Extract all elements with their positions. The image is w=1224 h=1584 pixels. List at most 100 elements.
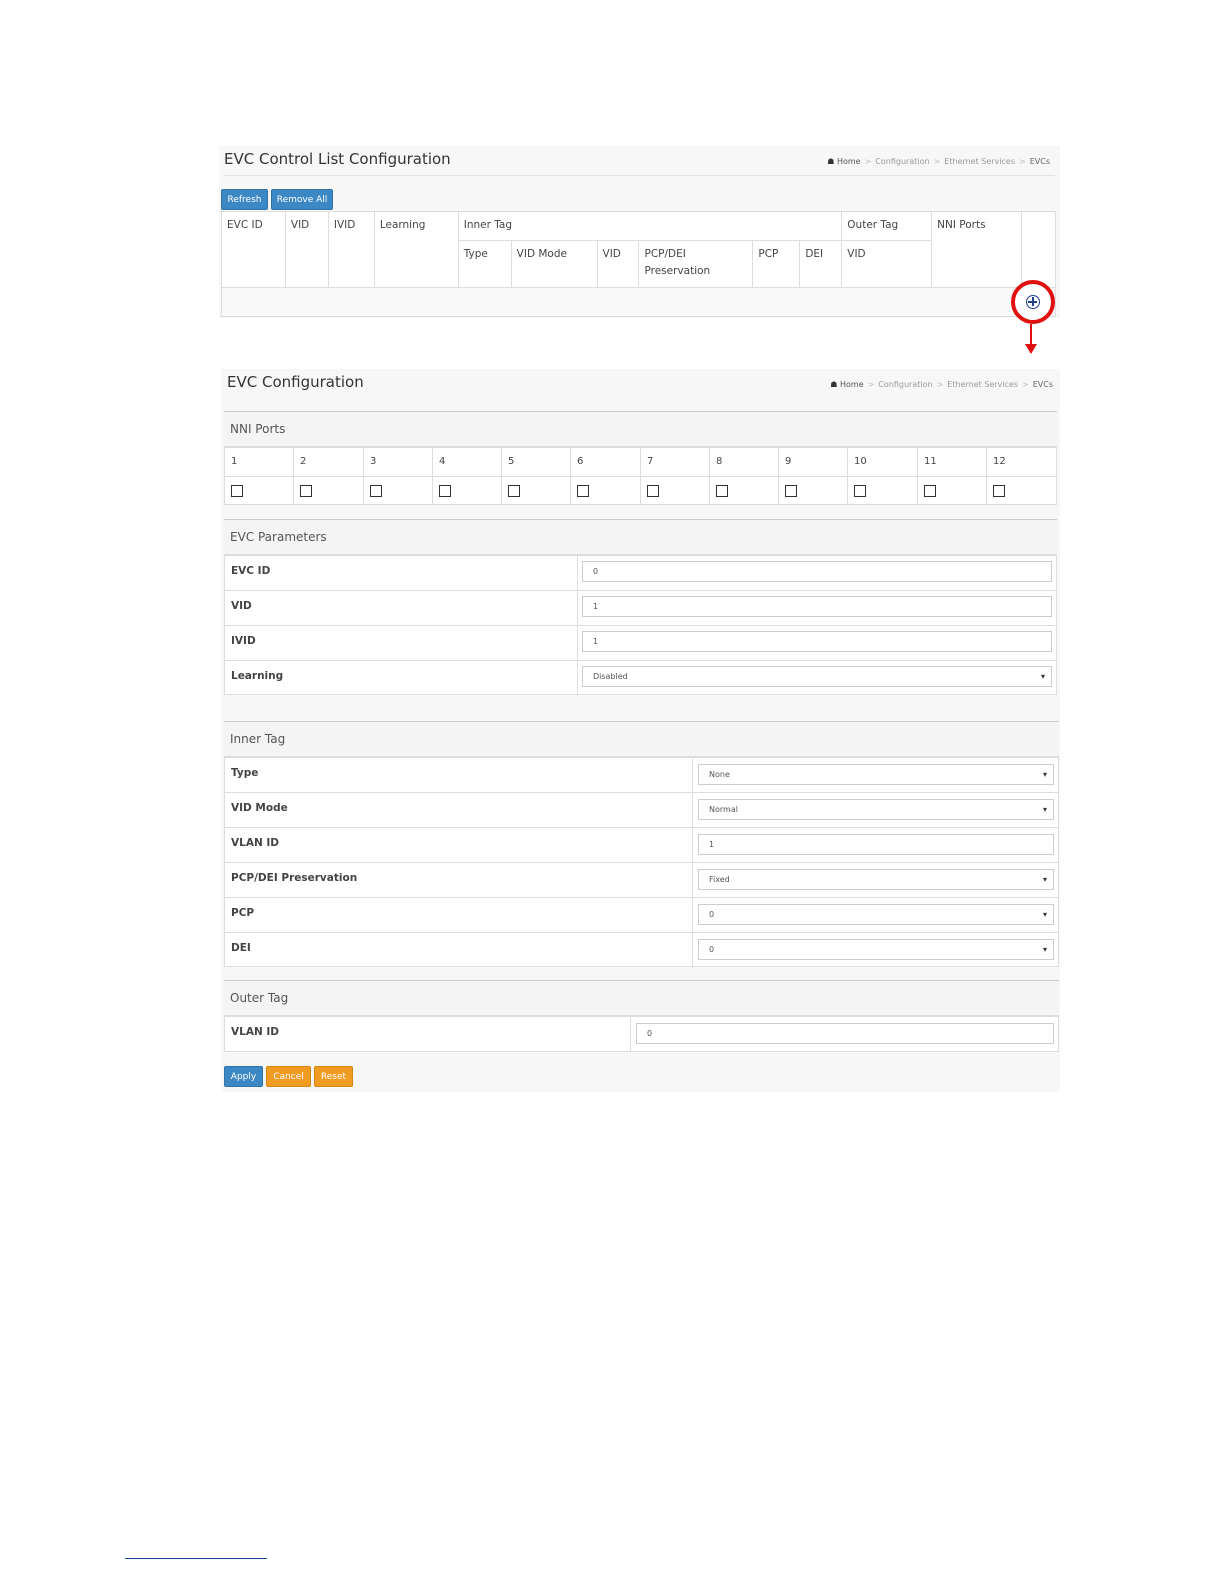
nni-port-number: 10 — [854, 456, 867, 467]
vid-label: VID — [231, 600, 252, 612]
nni-port-cell — [571, 477, 641, 504]
nni-port-checkbox[interactable] — [647, 485, 659, 497]
nni-port-cell — [918, 477, 987, 504]
add-entry-icon[interactable] — [1026, 295, 1040, 309]
vid-input[interactable]: 1 — [582, 596, 1052, 617]
evc-id-input[interactable]: 0 — [582, 561, 1052, 582]
outer-vlan-label: VLAN ID — [231, 1026, 280, 1038]
breadcrumb-ethernet-services[interactable]: Ethernet Services — [947, 380, 1018, 389]
nni-port-header: 2 — [294, 448, 364, 477]
footer-rule — [125, 1558, 267, 1559]
nni-port-checkbox[interactable] — [300, 485, 312, 497]
nni-port-cell — [710, 477, 779, 504]
learning-row: Learning Disabled — [225, 661, 1056, 696]
inner-vid-mode-label: VID Mode — [231, 802, 288, 814]
inner-dei-select[interactable]: 0 — [698, 939, 1054, 960]
nni-port-number: 4 — [439, 456, 446, 467]
breadcrumb-configuration[interactable]: Configuration — [878, 380, 932, 389]
learning-select[interactable]: Disabled — [582, 666, 1052, 687]
arrow-head — [1025, 344, 1037, 354]
inner-pcp-row: PCP 0 — [225, 898, 1058, 933]
inner-vid-mode-row: VID Mode Normal — [225, 793, 1058, 828]
inner-vlan-input[interactable]: 1 — [698, 834, 1054, 855]
outer-tag-heading: Outer Tag — [224, 980, 1059, 1016]
col-actions — [1020, 211, 1057, 288]
nni-port-number: 7 — [647, 456, 654, 467]
nni-port-header: 11 — [918, 448, 987, 477]
evc-list-panel: EVC Control List Configuration ☗ Home > Co… — [219, 146, 1060, 318]
nni-port-header: 7 — [641, 448, 710, 477]
nni-port-cell — [364, 477, 433, 504]
breadcrumb-evcs: EVCs — [1032, 380, 1053, 389]
nni-port-number: 3 — [370, 456, 377, 467]
inner-vlan-row: VLAN ID 1 — [225, 828, 1058, 863]
inner-type-select[interactable]: None — [698, 764, 1054, 785]
col-inner-dei: DEI — [799, 240, 843, 288]
nni-port-checkbox[interactable] — [924, 485, 936, 497]
inner-type-label: Type — [231, 767, 259, 779]
outer-vlan-input[interactable]: 0 — [636, 1023, 1054, 1044]
outer-vlan-row: VLAN ID 0 — [225, 1017, 1058, 1052]
nni-port-number: 2 — [300, 456, 307, 467]
inner-type-row: Type None — [225, 758, 1058, 793]
nni-port-cell — [779, 477, 848, 504]
breadcrumb-configuration[interactable]: Configuration — [875, 157, 929, 166]
breadcrumb: ☗ Home > Configuration > Ethernet Services > E… — [827, 157, 1050, 166]
nni-port-checkbox[interactable] — [854, 485, 866, 497]
nni-port-number: 5 — [508, 456, 515, 467]
inner-pcp-dei-row: PCP/DEI Preservation Fixed — [225, 863, 1058, 898]
learning-label: Learning — [231, 670, 284, 682]
nni-port-header: 1 — [225, 448, 294, 477]
nni-port-checkbox[interactable] — [370, 485, 382, 497]
page-title: EVC Control List Configuration — [224, 150, 451, 168]
add-row — [221, 287, 1056, 317]
config-breadcrumb: ☗ Home > Configuration > Ethernet Services > E… — [830, 380, 1053, 389]
nni-port-checkbox[interactable] — [577, 485, 589, 497]
inner-pcp-select[interactable]: 0 — [698, 904, 1054, 925]
reset-button[interactable]: Reset — [314, 1066, 353, 1087]
inner-pcp-dei-label: PCP/DEI Preservation — [231, 872, 358, 884]
ivid-row: IVID 1 — [225, 626, 1056, 661]
cancel-button[interactable]: Cancel — [266, 1066, 311, 1087]
home-icon: ☗ — [830, 380, 838, 389]
arrow-line — [1030, 324, 1032, 346]
nni-port-header: 9 — [779, 448, 848, 477]
nni-port-checkbox[interactable] — [993, 485, 1005, 497]
col-evc-id: EVC ID — [221, 211, 286, 288]
nni-port-cell — [502, 477, 571, 504]
evc-id-row: EVC ID 0 — [225, 556, 1056, 591]
col-inner-vid-mode: VID Mode — [510, 240, 598, 288]
nni-port-cell — [641, 477, 710, 504]
nni-ports-heading: NNI Ports — [224, 411, 1057, 447]
nni-port-number: 8 — [716, 456, 723, 467]
nni-port-checkbox[interactable] — [716, 485, 728, 497]
ivid-input[interactable]: 1 — [582, 631, 1052, 652]
nni-port-cell — [848, 477, 918, 504]
nni-port-checkbox[interactable] — [508, 485, 520, 497]
nni-port-cell — [987, 477, 1056, 504]
evc-list-table: EVC ID VID IVID Learning Inner Tag Outer… — [221, 211, 1057, 317]
apply-button[interactable]: Apply — [224, 1066, 263, 1087]
nni-port-header: 5 — [502, 448, 571, 477]
vid-row: VID 1 — [225, 591, 1056, 626]
col-ivid: IVID — [327, 211, 375, 288]
col-inner-type: Type — [457, 240, 512, 288]
nni-port-number: 6 — [577, 456, 584, 467]
breadcrumb-home[interactable]: Home — [837, 157, 861, 166]
nni-port-checkbox[interactable] — [439, 485, 451, 497]
inner-dei-label: DEI — [231, 942, 251, 954]
nni-port-checkbox[interactable] — [785, 485, 797, 497]
nni-port-cell — [225, 477, 294, 504]
inner-pcp-dei-select[interactable]: Fixed — [698, 869, 1054, 890]
inner-vid-mode-select[interactable]: Normal — [698, 799, 1054, 820]
breadcrumb-home[interactable]: Home — [840, 380, 864, 389]
breadcrumb-ethernet-services[interactable]: Ethernet Services — [944, 157, 1015, 166]
col-nni-ports: NNI Ports — [931, 211, 1022, 288]
config-page-title: EVC Configuration — [227, 373, 364, 391]
col-inner-pcp: PCP — [752, 240, 801, 288]
remove-all-button[interactable]: Remove All — [271, 189, 333, 210]
nni-port-header: 8 — [710, 448, 779, 477]
refresh-button[interactable]: Refresh — [221, 189, 268, 210]
nni-port-checkbox[interactable] — [231, 485, 243, 497]
inner-vlan-label: VLAN ID — [231, 837, 280, 849]
